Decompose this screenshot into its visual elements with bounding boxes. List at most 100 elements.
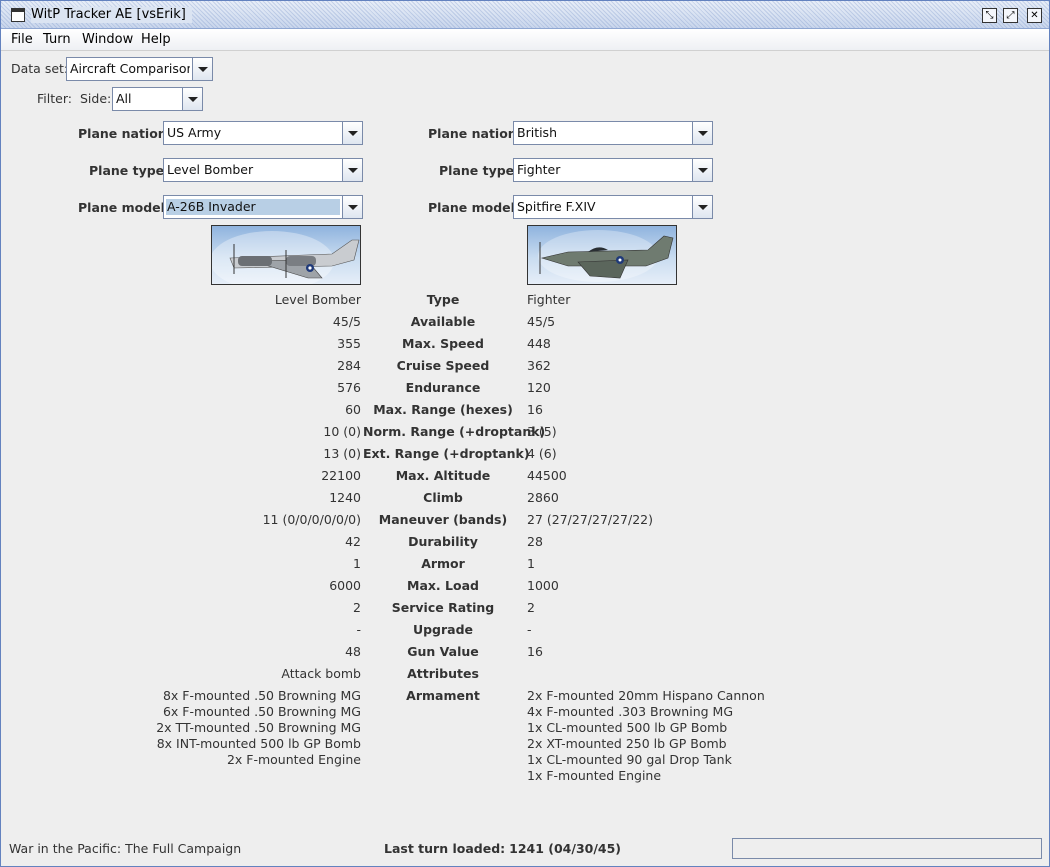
left-value: 13 (0)	[323, 446, 361, 461]
row-label: Max. Load	[407, 578, 479, 593]
left-value: 1240	[329, 490, 361, 505]
right-model-label: Plane model:	[428, 200, 520, 215]
right-armament-item: 1x F-mounted Engine	[527, 768, 662, 783]
row-label: Armor	[421, 556, 465, 571]
chevron-down-icon[interactable]	[192, 58, 212, 80]
left-nation-select[interactable]: US Army	[163, 121, 363, 145]
restore-icon[interactable]: ⤡	[982, 8, 997, 23]
fighter-aircraft-icon	[538, 230, 674, 282]
row-label: Ext. Range (+droptank)	[363, 446, 530, 461]
right-armament-item: 2x F-mounted 20mm Hispano Cannon	[527, 688, 765, 703]
right-value: 1000	[527, 578, 559, 593]
right-value: 16	[527, 644, 543, 659]
left-value: 355	[337, 336, 361, 351]
left-value: 6000	[329, 578, 361, 593]
right-value: 28	[527, 534, 543, 549]
left-value: 576	[337, 380, 361, 395]
left-armament-item: 8x INT-mounted 500 lb GP Bomb	[156, 736, 361, 751]
chevron-down-icon[interactable]	[182, 88, 202, 110]
last-turn-label: Last turn loaded:	[384, 841, 506, 856]
right-value: 4 (6)	[527, 446, 557, 461]
row-label: Max. Altitude	[395, 468, 491, 483]
right-plane-image	[527, 225, 677, 285]
window-title: WitP Tracker AE [vsErik]	[31, 7, 192, 23]
left-value: Level Bomber	[274, 292, 361, 307]
left-value: 10 (0)	[323, 424, 361, 439]
chevron-down-icon[interactable]	[342, 196, 362, 218]
close-icon[interactable]: ✕	[1027, 8, 1042, 23]
app-window-icon	[11, 8, 25, 22]
last-turn-value: 1241 (04/30/45)	[509, 841, 622, 856]
left-value: 11 (0/0/0/0/0/0)	[262, 512, 361, 527]
dataset-select[interactable]: Aircraft Comparison	[66, 57, 213, 81]
maximize-icon[interactable]: ⤢	[1003, 8, 1018, 23]
chevron-down-icon[interactable]	[692, 122, 712, 144]
right-model-value: Spitfire F.XIV	[517, 199, 596, 214]
right-armament-item: 1x CL-mounted 500 lb GP Bomb	[527, 720, 728, 735]
left-type-select[interactable]: Level Bomber	[163, 158, 363, 182]
row-label: Upgrade	[412, 622, 474, 637]
right-armament-item: 2x XT-mounted 250 lb GP Bomb	[527, 736, 727, 751]
title-bar[interactable]: WitP Tracker AE [vsErik] ⤡ ⤢ ✕	[1, 1, 1049, 29]
row-label: Endurance	[405, 380, 481, 395]
right-type-select[interactable]: Fighter	[513, 158, 713, 182]
menu-help[interactable]: Help	[141, 32, 171, 48]
left-armament-item: 8x F-mounted .50 Browning MG	[162, 688, 361, 703]
row-label: Type	[426, 292, 460, 307]
chevron-down-icon[interactable]	[342, 159, 362, 181]
app-window: WitP Tracker AE [vsErik] ⤡ ⤢ ✕ File Turn…	[0, 0, 1050, 867]
right-nation-select[interactable]: British	[513, 121, 713, 145]
row-label: Durability	[408, 534, 478, 549]
left-value: 42	[345, 534, 361, 549]
right-nation-value: British	[517, 125, 557, 140]
right-value: 448	[527, 336, 551, 351]
left-type-label: Plane type:	[89, 163, 170, 178]
left-model-label: Plane model:	[78, 200, 170, 215]
left-value: Attack bomb	[281, 666, 361, 681]
row-label: Available	[410, 314, 476, 329]
left-value: -	[356, 622, 361, 637]
right-value: 44500	[527, 468, 567, 483]
row-label: Climb	[423, 490, 463, 505]
last-turn-status: Last turn loaded: 1241 (04/30/45)	[384, 841, 621, 856]
chevron-down-icon[interactable]	[692, 196, 712, 218]
right-value: 3 (5)	[527, 424, 557, 439]
left-value: 284	[337, 358, 361, 373]
left-model-select[interactable]: A-26B Invader	[163, 195, 363, 219]
left-nation-label: Plane nation:	[78, 126, 172, 141]
chevron-down-icon[interactable]	[342, 122, 362, 144]
left-armament-item: 2x TT-mounted .50 Browning MG	[156, 720, 361, 735]
right-armament-item: 1x CL-mounted 90 gal Drop Tank	[527, 752, 732, 767]
side-select[interactable]: All	[112, 87, 203, 111]
menu-window[interactable]: Window	[82, 32, 133, 48]
chevron-down-icon[interactable]	[692, 159, 712, 181]
left-model-value: A-26B Invader	[166, 199, 340, 215]
right-type-value: Fighter	[517, 162, 561, 177]
right-value: 120	[527, 380, 551, 395]
right-value: 16	[527, 402, 543, 417]
bomber-aircraft-icon	[212, 231, 360, 284]
row-label: Maneuver (bands)	[378, 512, 508, 527]
right-armament-item: 4x F-mounted .303 Browning MG	[527, 704, 734, 719]
menu-file[interactable]: File	[11, 32, 33, 48]
progress-bar	[732, 838, 1042, 859]
left-type-value: Level Bomber	[167, 162, 254, 177]
left-value: 45/5	[332, 314, 361, 329]
right-value: 27 (27/27/27/27/22)	[527, 512, 654, 527]
menu-turn[interactable]: Turn	[43, 32, 71, 48]
left-armament-item: 2x F-mounted Engine	[226, 752, 361, 767]
row-label: Gun Value	[407, 644, 479, 659]
row-label: Max. Range (hexes)	[373, 402, 513, 417]
right-value: 362	[527, 358, 551, 373]
side-label: Side:	[80, 91, 112, 106]
row-label: Service Rating	[391, 600, 495, 615]
left-value: 60	[345, 402, 361, 417]
left-armament-item: 6x F-mounted .50 Browning MG	[162, 704, 361, 719]
row-label: Cruise Speed	[396, 358, 490, 373]
left-value: 2	[353, 600, 361, 615]
side-value: All	[116, 91, 132, 106]
right-type-label: Plane type:	[439, 163, 520, 178]
right-value: 45/5	[527, 314, 556, 329]
left-nation-value: US Army	[167, 125, 222, 140]
right-model-select[interactable]: Spitfire F.XIV	[513, 195, 713, 219]
